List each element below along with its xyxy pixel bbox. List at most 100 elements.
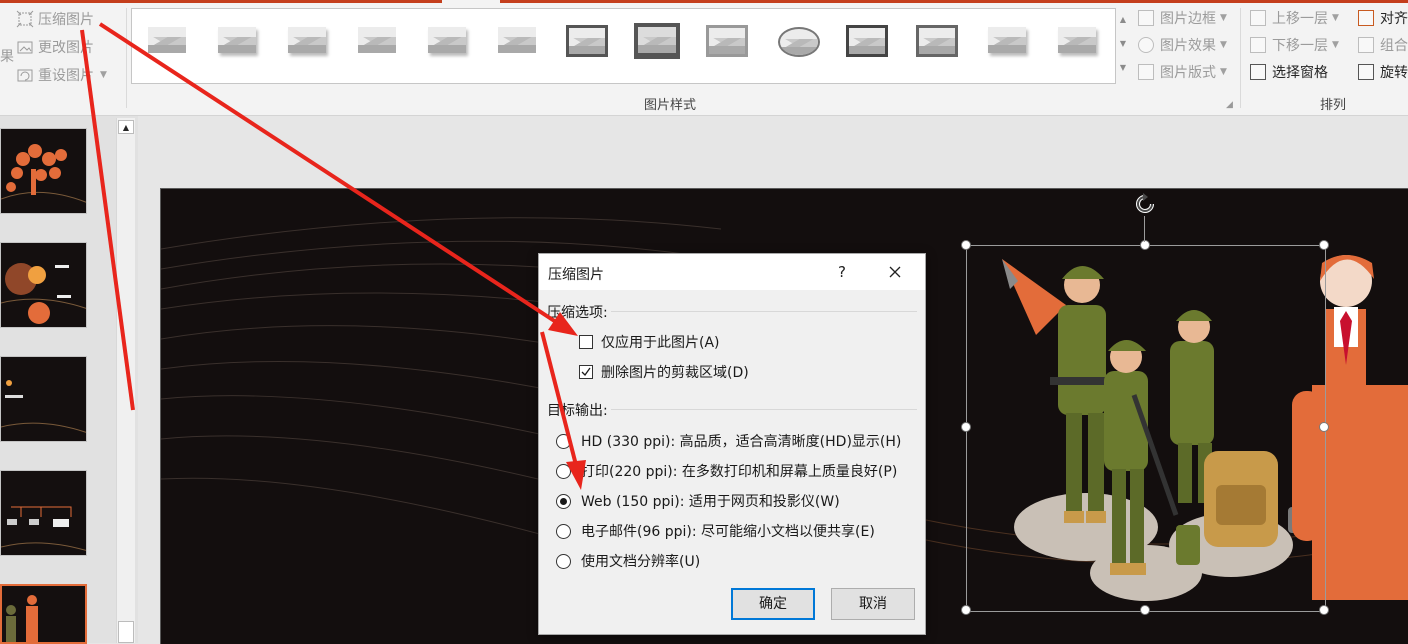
reset-picture-label: 重设图片 <box>38 68 94 84</box>
checkbox-checked-icon[interactable] <box>579 365 593 379</box>
group-button[interactable]: 组合 <box>1358 33 1408 57</box>
style-thumb[interactable] <box>214 23 260 59</box>
picture-layout-button[interactable]: 图片版式 ▼ <box>1138 60 1227 84</box>
resize-handle[interactable] <box>961 605 971 615</box>
gallery-up-icon[interactable]: ▲ <box>1116 8 1130 32</box>
style-thumb[interactable] <box>914 23 960 59</box>
dialog-title: 压缩图片 <box>548 267 604 283</box>
apply-only-checkbox[interactable]: 仅应用于此图片(A) <box>579 332 720 352</box>
reset-picture-button[interactable]: 重设图片 ▼ <box>16 62 107 88</box>
chevron-down-icon: ▼ <box>1220 40 1227 50</box>
slide-thumbnail[interactable] <box>0 242 87 328</box>
style-thumb[interactable] <box>424 23 470 59</box>
style-thumb[interactable] <box>144 23 190 59</box>
delete-crop-label: 删除图片的剪裁区域(D) <box>601 365 749 381</box>
resize-handle[interactable] <box>1319 422 1329 432</box>
rotate-label: 旋转 <box>1380 65 1408 81</box>
picture-layout-icon <box>1138 64 1154 80</box>
style-thumb[interactable] <box>494 23 540 59</box>
bring-forward-icon <box>1250 10 1266 26</box>
slide-thumbnail[interactable] <box>0 356 87 442</box>
cancel-button[interactable]: 取消 <box>831 588 915 620</box>
picture-effects-button[interactable]: 图片效果 ▼ <box>1138 33 1227 57</box>
style-thumb[interactable] <box>634 23 680 59</box>
chevron-down-icon: ▼ <box>1332 40 1339 50</box>
ribbon: 果 压缩图片 更改图片 重设图片 ▼ ▲ ▼ ▼ 图片样式 ◢ 图片边框 ▼ 图… <box>0 0 1408 116</box>
resize-handle[interactable] <box>1140 240 1150 250</box>
picture-border-icon <box>1138 10 1154 26</box>
compress-options-heading: 压缩选项: <box>547 305 608 321</box>
style-thumb[interactable] <box>1054 23 1100 59</box>
help-button[interactable]: ? <box>828 258 856 286</box>
ok-button[interactable]: 确定 <box>731 588 815 620</box>
selection-pane-label: 选择窗格 <box>1272 65 1328 81</box>
style-thumb[interactable] <box>844 23 890 59</box>
picture-border-label: 图片边框 <box>1160 11 1216 27</box>
hd-option-label: HD (330 ppi): 高品质，适合高清晰度(HD)显示(H) <box>581 434 902 450</box>
email-option-label: 电子邮件(96 ppi): 尽可能缩小文档以便共享(E) <box>581 524 875 540</box>
bring-forward-button[interactable]: 上移一层 ▼ <box>1250 6 1339 30</box>
resize-handle[interactable] <box>961 422 971 432</box>
radio-icon[interactable] <box>556 463 571 479</box>
reset-picture-icon <box>16 66 34 84</box>
style-thumb[interactable] <box>284 23 330 59</box>
picture-selection-box[interactable] <box>966 245 1326 612</box>
style-thumb[interactable] <box>774 23 820 59</box>
close-button[interactable] <box>881 258 909 286</box>
gallery-scroll[interactable]: ▲ ▼ ▼ <box>1116 8 1130 82</box>
rotate-handle-icon[interactable] <box>1132 191 1158 217</box>
gallery-down-icon[interactable]: ▼ <box>1116 32 1130 56</box>
resize-handle[interactable] <box>961 240 971 250</box>
style-thumb[interactable] <box>564 23 610 59</box>
picture-border-button[interactable]: 图片边框 ▼ <box>1138 6 1227 30</box>
thumbnails-scrollbar[interactable]: ▲ <box>116 118 135 643</box>
radio-icon[interactable] <box>556 433 571 449</box>
resize-handle[interactable] <box>1319 240 1329 250</box>
checkbox-unchecked-icon[interactable] <box>579 335 593 349</box>
print-option-radio[interactable]: 打印(220 ppi): 在多数打印机和屏幕上质量良好(P) <box>556 461 897 481</box>
radio-icon[interactable] <box>556 553 571 569</box>
align-label: 对齐 <box>1380 11 1408 27</box>
scrollbar-thumb[interactable] <box>118 621 134 643</box>
resize-handle[interactable] <box>1319 605 1329 615</box>
rotate-connector <box>1144 216 1145 242</box>
document-resolution-label: 使用文档分辨率(U) <box>581 554 701 570</box>
gallery-more-icon[interactable]: ▼ <box>1116 56 1130 80</box>
group-divider <box>126 8 127 108</box>
target-output-heading: 目标输出: <box>547 403 608 419</box>
chevron-down-icon: ▼ <box>1220 67 1227 77</box>
picture-effects-icon <box>1138 37 1154 53</box>
picture-styles-label: 图片样式 <box>644 98 697 113</box>
resize-handle[interactable] <box>1140 605 1150 615</box>
picture-styles-gallery[interactable] <box>131 8 1116 84</box>
align-button[interactable]: 对齐 <box>1358 6 1408 30</box>
radio-selected-icon[interactable] <box>556 493 571 509</box>
document-resolution-radio[interactable]: 使用文档分辨率(U) <box>556 551 700 571</box>
group-icon <box>1358 37 1374 53</box>
style-thumb[interactable] <box>704 23 750 59</box>
compress-pictures-label: 压缩图片 <box>38 12 94 28</box>
change-picture-button[interactable]: 更改图片 <box>16 34 94 60</box>
rotate-icon <box>1358 64 1374 80</box>
rotate-button[interactable]: 旋转 <box>1358 60 1408 84</box>
send-backward-button[interactable]: 下移一层 ▼ <box>1250 33 1339 57</box>
chevron-down-icon: ▼ <box>100 70 107 80</box>
slide-thumbnail[interactable] <box>0 470 87 556</box>
email-option-radio[interactable]: 电子邮件(96 ppi): 尽可能缩小文档以便共享(E) <box>556 521 875 541</box>
dialog-launcher-icon[interactable]: ◢ <box>1226 100 1233 110</box>
scroll-up-icon[interactable]: ▲ <box>118 120 134 134</box>
slide-thumbnail-selected[interactable] <box>0 584 87 644</box>
style-thumb[interactable] <box>354 23 400 59</box>
compress-pictures-button[interactable]: 压缩图片 <box>16 6 94 32</box>
selection-pane-button[interactable]: 选择窗格 <box>1250 60 1328 84</box>
radio-icon[interactable] <box>556 523 571 539</box>
group-label: 组合 <box>1380 38 1408 54</box>
style-thumb[interactable] <box>984 23 1030 59</box>
apply-only-label: 仅应用于此图片(A) <box>601 335 720 351</box>
slide-thumbnail[interactable] <box>0 128 87 214</box>
web-option-radio[interactable]: Web (150 ppi): 适用于网页和投影仪(W) <box>556 491 840 511</box>
chevron-down-icon: ▼ <box>1332 13 1339 23</box>
picture-layout-label: 图片版式 <box>1160 65 1216 81</box>
hd-option-radio[interactable]: HD (330 ppi): 高品质，适合高清晰度(HD)显示(H) <box>556 431 901 451</box>
delete-crop-checkbox[interactable]: 删除图片的剪裁区域(D) <box>579 362 749 382</box>
